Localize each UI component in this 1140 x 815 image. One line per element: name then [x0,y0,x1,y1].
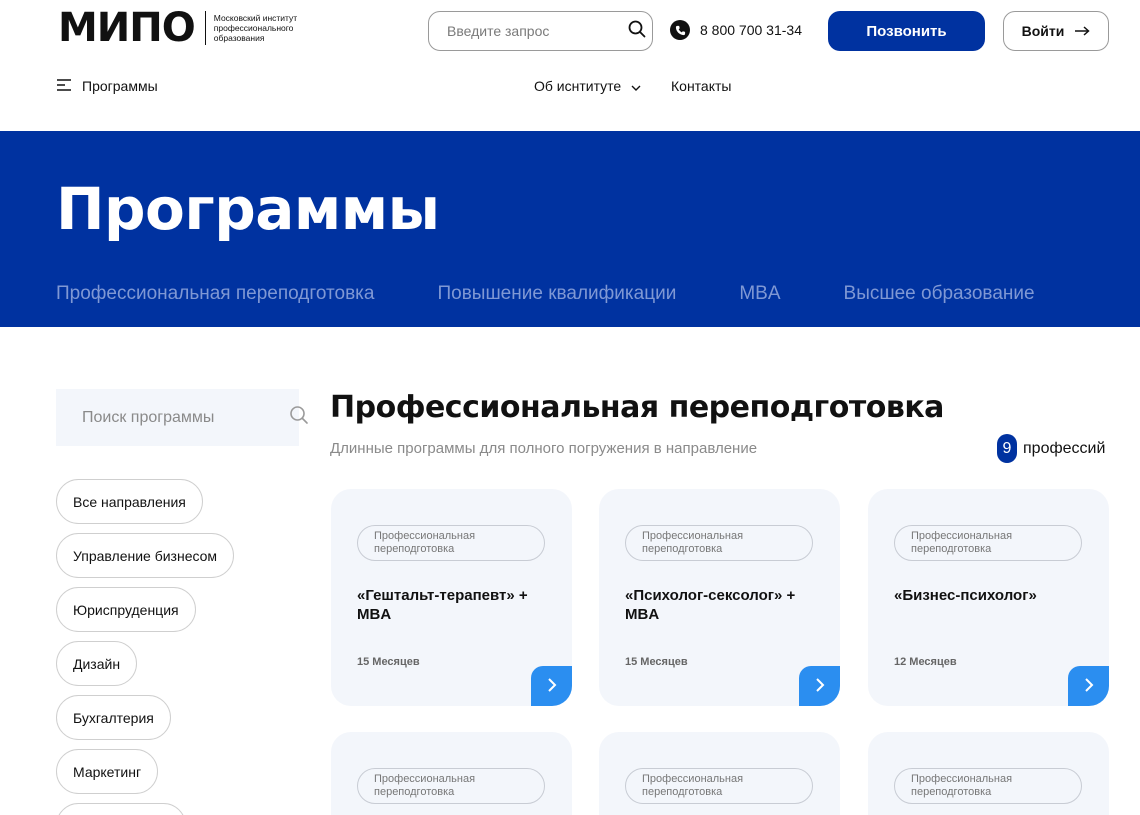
search-icon[interactable] [289,405,309,430]
filter-chip-law[interactable]: Юриспруденция [56,587,196,632]
filter-chip-design[interactable]: Дизайн [56,641,138,686]
nav-about[interactable]: Об иснтитуте [534,78,641,94]
header-search[interactable] [428,11,653,51]
chevron-down-icon [631,78,641,94]
program-duration: 15 Месяцев [625,656,688,668]
program-search-input[interactable] [82,408,289,427]
tab-qualification-upgrade[interactable]: Повышение квалификации [437,283,676,305]
program-type-tabs: Профессиональная переподготовка Повышени… [56,283,1035,305]
menu-icon [57,78,72,94]
filter-chip-more[interactable] [56,803,186,815]
phone-number: 8 800 700 31-34 [700,22,802,38]
tab-professional-retraining[interactable]: Профессиональная переподготовка [56,283,374,305]
count-label: профессий [1023,439,1106,457]
filter-chip-marketing[interactable]: Маркетинг [56,749,159,794]
program-tag: Профессиональная переподготовка [625,768,813,804]
logo-divider [204,11,206,45]
program-card[interactable]: Профессиональная переподготовка «Бизнес-… [868,489,1109,706]
page-title: Программы [56,175,440,243]
header-search-input[interactable] [447,23,628,39]
open-program-button[interactable] [1068,666,1109,706]
program-title: «Психолог-сексолог» + MBA [625,587,796,623]
chevron-right-icon [815,677,825,696]
program-tag: Профессиональная переподготовка [625,525,813,561]
count-badge: 9 [997,434,1017,463]
open-program-button[interactable] [531,666,572,706]
program-tag: Профессиональная переподготовка [894,768,1082,804]
search-icon[interactable] [628,20,646,43]
nav-about-label: Об иснтитуте [534,78,622,94]
tab-higher-education[interactable]: Высшее образование [844,283,1035,305]
program-card[interactable]: Профессиональная переподготовка [868,732,1109,815]
program-card[interactable]: Профессиональная переподготовка [331,732,572,815]
filter-chip-business[interactable]: Управление бизнесом [56,533,235,578]
logo-mark: МИПО [58,5,196,51]
open-program-button[interactable] [799,666,840,706]
section-subtitle: Длинные программы для полного погружения… [330,440,758,457]
login-label: Войти [1021,23,1065,39]
logo[interactable]: МИПО Московский институт профессионально… [58,5,309,51]
nav-programs[interactable]: Программы [57,78,158,94]
call-button[interactable]: Позвонить [828,11,985,51]
nav-contacts[interactable]: Контакты [671,78,731,94]
chevron-right-icon [1084,677,1094,696]
arrow-right-icon [1074,23,1090,39]
section-title: Профессиональная переподготовка [330,390,944,425]
phone-link[interactable]: 8 800 700 31-34 [670,20,802,40]
program-tag: Профессиональная переподготовка [357,525,545,561]
login-button[interactable]: Войти [1003,11,1109,51]
logo-text: Московский институт профессионального об… [213,13,298,43]
program-card[interactable]: Профессиональная переподготовка «Психоло… [599,489,840,706]
program-duration: 15 Месяцев [357,656,420,668]
program-title: «Гештальт-терапевт» + MBA [357,587,528,623]
program-title: «Бизнес-психолог» [894,587,1037,604]
hero-banner: Программы Профессиональная переподготовк… [0,131,1140,327]
profession-count: 9 профессий [997,434,1105,463]
program-tag: Профессиональная переподготовка [357,768,545,804]
tab-mba[interactable]: MBA [739,283,780,305]
filter-chip-accounting[interactable]: Бухгалтерия [56,695,171,740]
site-header: МИПО Московский институт профессионально… [0,0,1140,131]
nav-programs-label: Программы [82,78,158,94]
program-card[interactable]: Профессиональная переподготовка [599,732,840,815]
filter-chip-all[interactable]: Все направления [56,479,203,524]
phone-icon [670,20,690,40]
chevron-right-icon [547,677,557,696]
program-card[interactable]: Профессиональная переподготовка «Гешталь… [331,489,572,706]
program-tag: Профессиональная переподготовка [894,525,1082,561]
program-duration: 12 Месяцев [894,656,957,668]
program-search[interactable] [56,389,308,446]
